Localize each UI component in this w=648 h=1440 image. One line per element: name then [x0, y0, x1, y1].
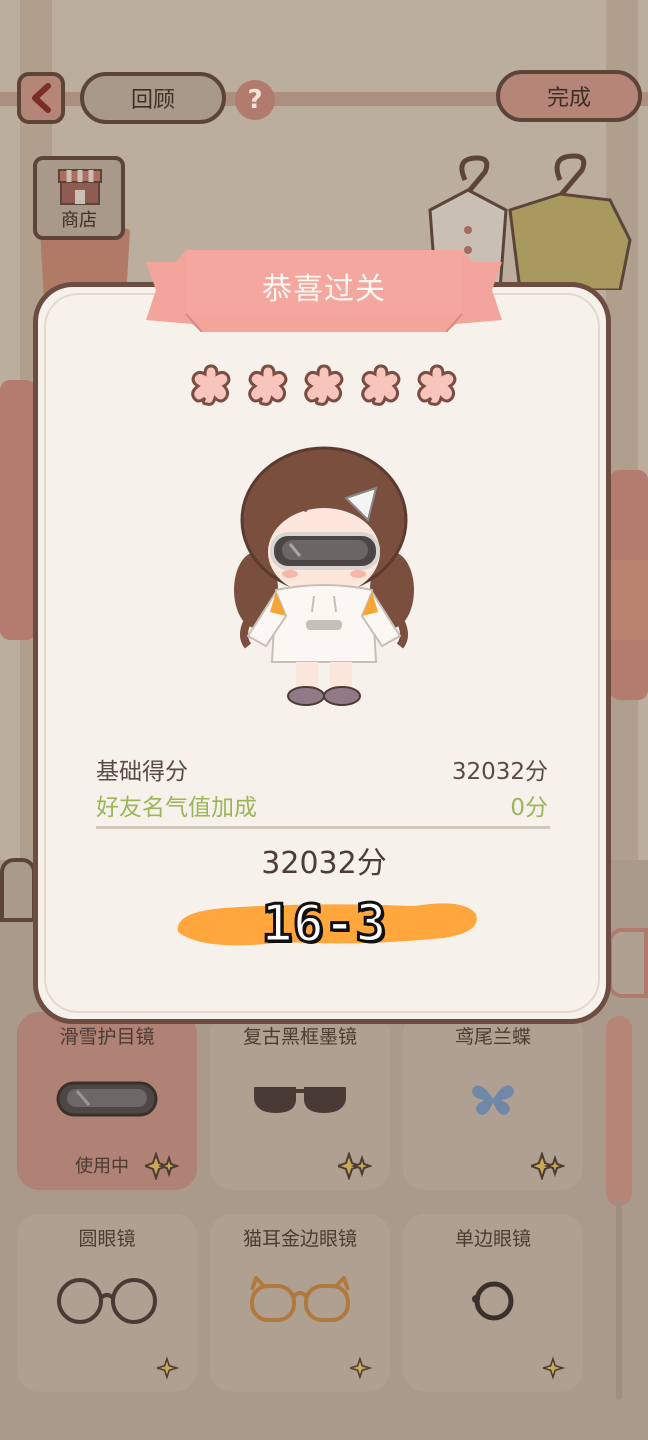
star-icon	[247, 364, 287, 406]
dialog-title: 恭喜过关	[262, 272, 386, 307]
help-symbol: ?	[247, 85, 263, 115]
star-icon	[191, 364, 231, 406]
sparkle-icon	[338, 1152, 372, 1180]
help-icon[interactable]: ?	[235, 80, 275, 120]
shop-label: 商店	[61, 210, 97, 231]
shop-awning-icon	[58, 169, 102, 205]
sunglasses-icon	[210, 1064, 390, 1134]
sparkle-icon	[531, 1152, 565, 1180]
fame-bonus-row: 好友名气值加成 0分	[96, 788, 548, 822]
item-name: 复古黑框墨镜	[242, 1026, 357, 1048]
star-rating	[188, 362, 460, 412]
review-label: 回顾	[130, 88, 175, 113]
item-scroll-track	[616, 1200, 622, 1400]
done-button[interactable]: 完成	[496, 70, 642, 122]
fame-bonus-label: 好友名气值加成	[96, 795, 257, 821]
cat-ear-glasses-icon	[210, 1266, 390, 1336]
item-status-in-use: 使用中	[75, 1156, 129, 1177]
star-icon	[360, 364, 400, 406]
star-icon	[417, 364, 457, 406]
item-name: 滑雪护目镜	[59, 1026, 155, 1048]
item-card-iris-butterfly[interactable]: 鸢尾兰蝶	[403, 1012, 583, 1190]
shop-button[interactable]: 商店	[33, 156, 125, 240]
star-icon	[304, 364, 344, 406]
item-name: 圆眼镜	[78, 1228, 136, 1250]
chevron-left-icon	[32, 83, 51, 113]
character-avatar	[234, 446, 414, 706]
base-score-row: 基础得分 32032分	[96, 752, 548, 786]
fame-bonus-value: 0分	[510, 795, 548, 821]
total-score: 32032分	[261, 846, 387, 881]
sparkle-icon	[543, 1356, 566, 1380]
item-card-retro-sunglasses[interactable]: 复古黑框墨镜	[210, 1012, 390, 1190]
item-card-cat-ear-glasses[interactable]: 猫耳金边眼镜	[210, 1214, 390, 1392]
item-scrollbar[interactable]	[606, 1016, 632, 1206]
item-name: 单边眼镜	[454, 1228, 531, 1250]
review-button[interactable]: 回顾	[80, 72, 226, 124]
back-button[interactable]	[17, 72, 65, 124]
done-label: 完成	[546, 86, 591, 111]
side-clothes-right	[610, 470, 648, 700]
item-card-monocle[interactable]: 单边眼镜	[403, 1214, 583, 1392]
item-name: 鸢尾兰蝶	[454, 1026, 531, 1048]
sparkle-icon	[350, 1356, 373, 1380]
base-score-value: 32032分	[451, 759, 548, 785]
item-card-ski-goggles[interactable]: 滑雪护目镜 使用中	[17, 1012, 197, 1190]
sparkle-icon	[157, 1356, 180, 1380]
score-divider	[96, 826, 550, 829]
round-glasses-icon	[17, 1266, 197, 1336]
sparkle-icon	[145, 1152, 179, 1180]
item-name: 猫耳金边眼镜	[242, 1228, 357, 1250]
base-score-label: 基础得分	[96, 759, 188, 785]
monocle-icon	[403, 1266, 583, 1336]
item-card-round-glasses[interactable]: 圆眼镜	[17, 1214, 197, 1392]
butterfly-icon	[403, 1064, 583, 1134]
level-label: 16-3	[260, 893, 388, 956]
ski-goggles-icon	[17, 1064, 197, 1134]
